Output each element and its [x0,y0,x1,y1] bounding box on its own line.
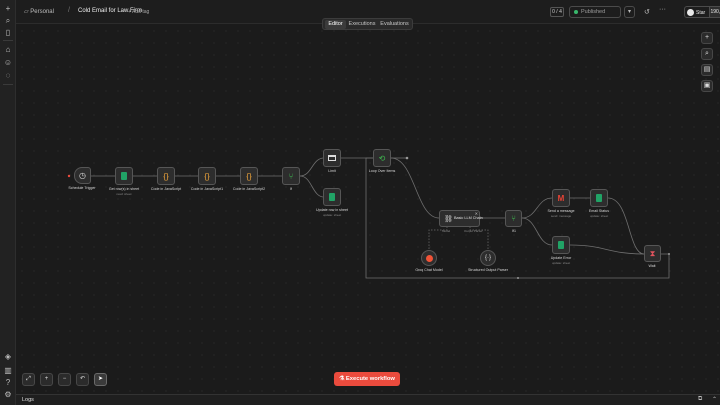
edge-loop-agent [390,157,440,219]
code-braces-icon: {} [204,171,210,181]
get-rows-sub: read: sheet [116,192,132,196]
execute-workflow-button[interactable]: ⚗ Execute workflow [334,372,400,386]
logs-expand-icon[interactable]: ⌃ [712,396,717,403]
loop-done-endpoint [405,156,409,160]
groq-icon [422,251,436,265]
zoom-out-button[interactable]: − [58,373,71,386]
loop-icon: ⟲ [378,153,386,163]
google-sheets-icon [553,237,569,253]
limit-node-label: Limit [328,169,336,173]
if1-node[interactable]: ⑂ [505,210,522,227]
update-error-node[interactable] [552,236,570,254]
code-node-3-label: Code in JavaScript2 [232,187,266,191]
get-rows-label: Get row(s) in sheet [108,187,140,191]
google-sheets-icon [324,189,340,205]
update-row-label: Update row in sheet [316,208,348,212]
code-node-1[interactable]: {} [157,167,175,185]
google-sheets-icon [116,168,132,184]
node-close-icon[interactable]: ✕ [475,211,478,216]
trigger-start-dot [67,174,71,178]
search-nodes-button[interactable]: ⌕ [701,48,713,60]
wait-output-endpoint [668,253,670,255]
gmail-send-node[interactable]: M [552,189,570,207]
edge-email-status-wait [607,197,645,255]
wait-node[interactable]: ⧗ [644,245,661,262]
chain-icon: ⛓ [444,216,453,223]
branch-icon: ⑂ [511,214,516,223]
zoom-to-fit-button[interactable]: ⤢ [22,373,35,386]
loop-over-items-node[interactable]: ⟲ [373,149,391,167]
google-sheets-icon [591,190,607,206]
code-node-3[interactable]: {} [240,167,258,185]
parser-braces-icon: {·} [484,255,491,261]
pointer-tool-button[interactable]: ➤ [94,373,107,386]
update-row-node[interactable] [323,188,341,206]
email-status-node[interactable] [590,189,608,207]
email-status-label: Email Status [588,209,610,213]
logs-panel-bar[interactable]: Logs ⧉ ⌃ [16,394,720,405]
schedule-trigger-label: Schedule Trigger [68,186,96,190]
output-parser-port-label: Output Parser [464,229,483,233]
view-tabs: Editor Executions Evaluations [322,18,413,30]
groq-chat-model-label: Groq Chat Model [415,268,443,272]
code-node-1-label: Code in JavaScript [150,187,182,191]
if-node-label: If [290,187,292,191]
update-error-sub: update: sheet [551,261,571,265]
update-error-label: Update Error [550,256,572,260]
tab-editor[interactable]: Editor [325,20,346,29]
groq-chat-model-node[interactable] [421,250,437,266]
code-node-2[interactable]: {} [198,167,216,185]
tab-evaluations[interactable]: Evaluations [378,20,411,29]
hourglass-icon: ⧗ [649,248,656,258]
edge-update-error-wait [569,244,645,255]
update-row-sub: update: sheet [322,213,342,217]
zoom-in-button[interactable]: + [40,373,53,386]
branch-icon: ⑂ [288,171,294,181]
if-node[interactable]: ⑂ [282,167,300,185]
clock-icon: ◷ [79,171,86,180]
limit-node[interactable] [323,149,341,167]
ai-panel-button[interactable]: ▣ [701,80,713,92]
gmail-icon: M [557,193,565,203]
wait-node-label: Wait [648,264,656,268]
execute-workflow-label: Execute workflow [345,376,395,382]
schedule-trigger-node[interactable]: ◷ [74,167,91,184]
structured-output-parser-label: Structured Output Parser [468,268,508,272]
llm-chain-label: Basic LLM Chain [454,216,483,220]
flask-icon: ⚗ [339,376,345,382]
email-status-sub: update: sheet [589,214,609,218]
structured-output-parser-node[interactable]: {·} [480,250,496,266]
code-node-2-label: Code in JavaScript1 [190,187,224,191]
model-port-label: Model [442,229,451,233]
code-braces-icon: {} [163,171,169,181]
get-rows-node[interactable] [115,167,133,185]
logs-popout-icon[interactable]: ⧉ [698,396,702,403]
logs-title: Logs [22,397,34,403]
sticky-note-button[interactable]: ▤ [701,64,713,76]
add-node-button[interactable]: + [701,32,713,44]
loop-back-endpoint [517,277,519,279]
tab-executions[interactable]: Executions [347,20,377,29]
loop-over-items-label: Loop Over Items [368,169,396,173]
code-braces-icon: {} [246,171,252,181]
if1-node-label: If1 [512,229,516,233]
llm-chain-node[interactable]: ⛓ Basic LLM Chain ✕ [439,210,483,227]
connections-layer [67,156,670,279]
limit-icon [324,150,340,166]
undo-button[interactable]: ↶ [76,373,89,386]
